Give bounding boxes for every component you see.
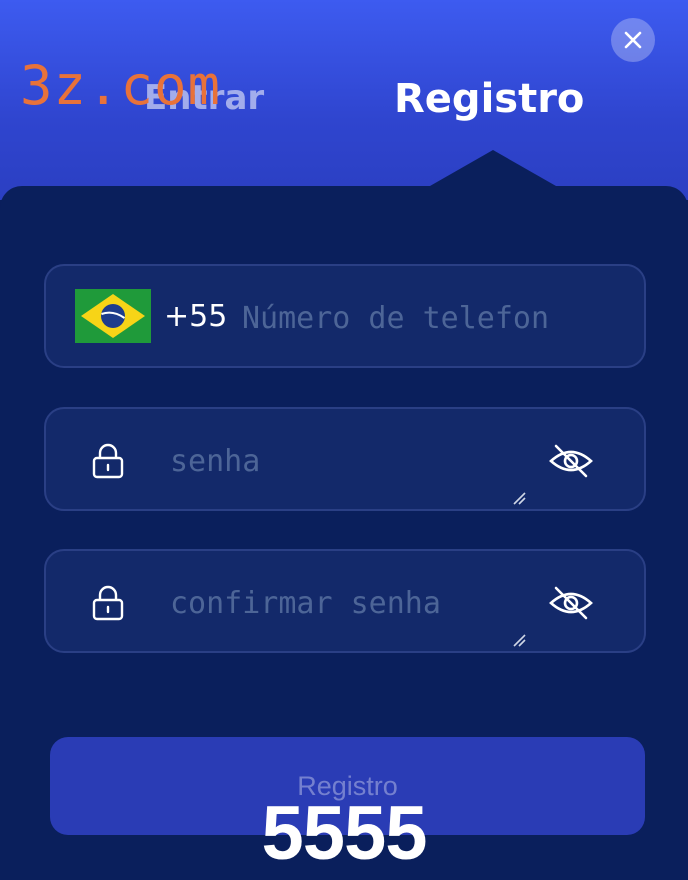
password-field[interactable]: senha (44, 407, 646, 511)
lock-icon (92, 585, 124, 621)
active-tab-indicator (423, 150, 563, 190)
eye-off-icon[interactable] (548, 585, 594, 621)
close-icon (624, 31, 642, 49)
password-input[interactable]: senha (170, 444, 260, 479)
register-screen: Entrar Registro 3z.com +55 Número de tel… (0, 0, 688, 880)
resize-handle-icon[interactable] (512, 633, 526, 647)
watermark: 3z.com (20, 54, 222, 117)
phone-field[interactable]: +55 Número de telefon (44, 264, 646, 368)
eye-off-icon[interactable] (548, 443, 594, 479)
resize-handle-icon[interactable] (512, 491, 526, 505)
overlay-number: 5555 (261, 791, 427, 876)
confirm-password-field[interactable]: confirmar senha (44, 549, 646, 653)
confirm-password-input[interactable]: confirmar senha (170, 586, 441, 621)
phone-input[interactable]: Número de telefon (242, 301, 549, 336)
dial-code[interactable]: +55 (164, 299, 227, 334)
close-button[interactable] (611, 18, 655, 62)
lock-icon (92, 443, 124, 479)
tab-registro[interactable]: Registro (394, 76, 584, 122)
brazil-flag-icon[interactable] (75, 289, 151, 343)
